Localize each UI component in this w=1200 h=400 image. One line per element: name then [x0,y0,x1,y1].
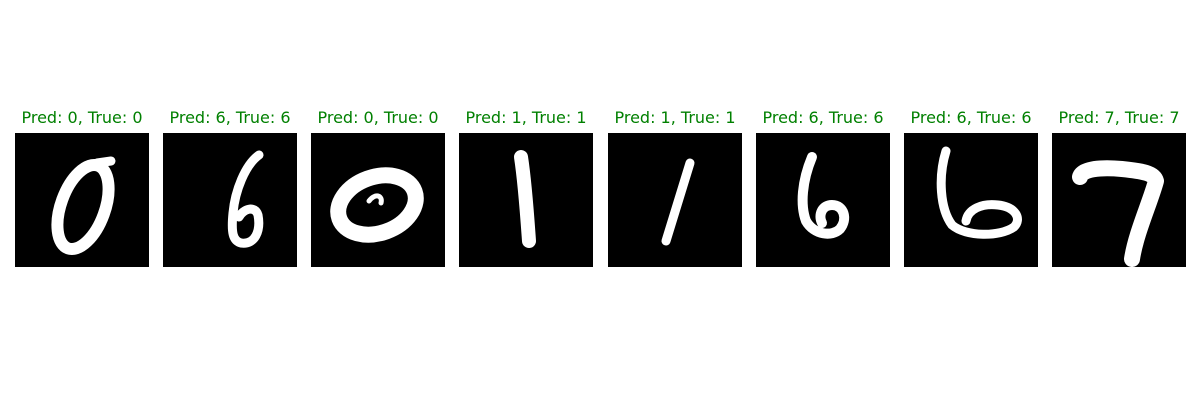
digit-image [904,133,1038,267]
digit-image [608,133,742,267]
digit-6-glyph [936,146,1022,239]
digit-image [163,133,297,267]
digit-image [311,133,445,267]
digit-6-glyph [797,152,850,239]
prediction-caption: Pred: 1, True: 1 [465,108,587,127]
digit-image [459,133,593,267]
digit-7-glyph [1072,160,1164,267]
digit-6-glyph [227,150,264,248]
prediction-caption: Pred: 7, True: 7 [1058,108,1180,127]
digit-0-glyph [330,167,424,243]
digit-image [15,133,149,267]
digit-image [756,133,890,267]
digit-0-glyph [51,156,116,256]
digit-1-glyph [661,158,695,246]
digit-1-glyph [514,150,536,248]
digit-image [1052,133,1186,267]
